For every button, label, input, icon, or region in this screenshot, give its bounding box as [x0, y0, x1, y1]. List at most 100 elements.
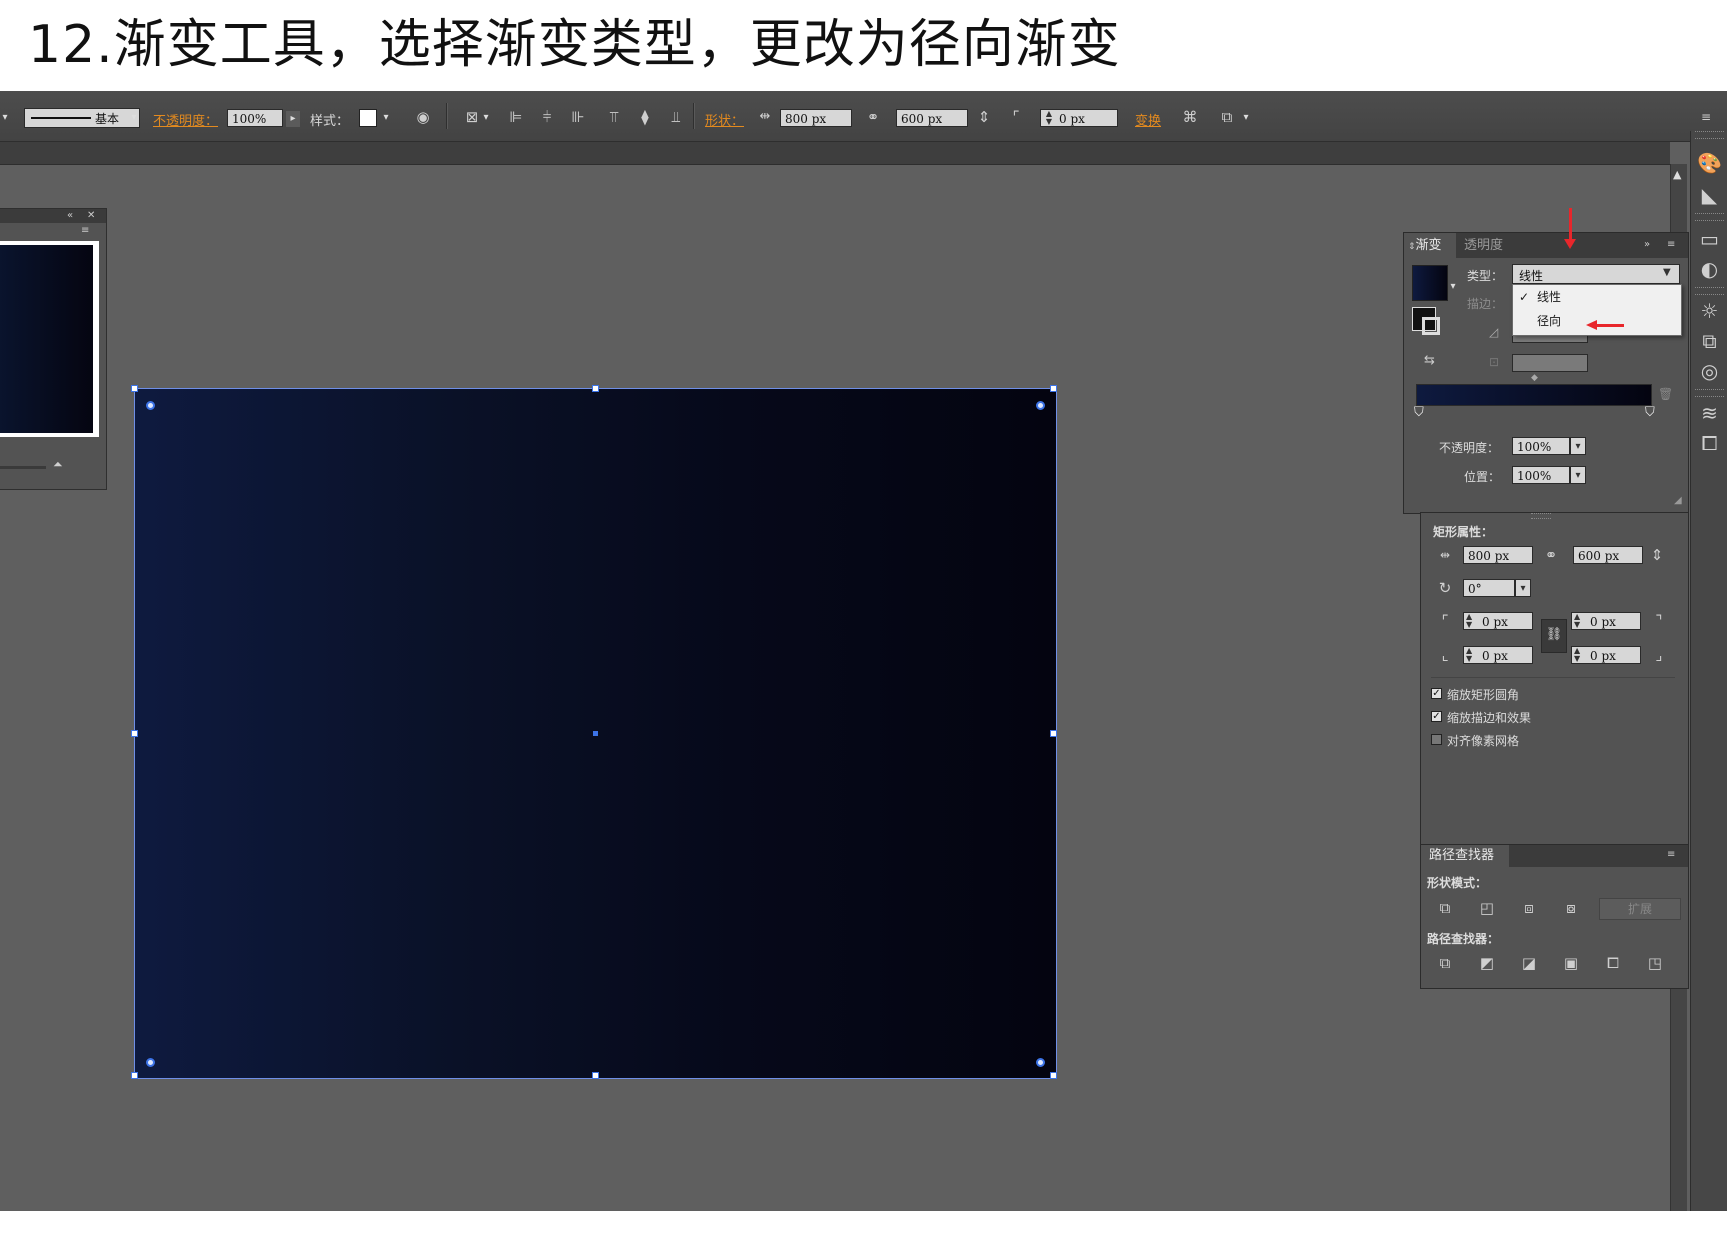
appearance-icon[interactable]: ☼: [1691, 299, 1727, 323]
live-corner-widget[interactable]: [1036, 1058, 1045, 1067]
chevron-down-icon[interactable]: ▾: [1570, 466, 1586, 484]
opacity-label[interactable]: 不透明度：: [153, 110, 218, 129]
selection-handle[interactable]: [131, 385, 138, 392]
height-input[interactable]: 600 px: [896, 109, 968, 127]
color-stop-end[interactable]: ⛉: [1645, 405, 1655, 420]
opacity-input[interactable]: 100%: [1512, 437, 1570, 455]
dock-grip[interactable]: [1695, 131, 1724, 139]
dock-grip[interactable]: [1695, 389, 1724, 397]
rect-height-input[interactable]: 600 px: [1573, 546, 1643, 564]
align-bottom-icon[interactable]: ⫫: [666, 108, 686, 126]
selection-handle[interactable]: [1050, 730, 1057, 737]
chevron-down-icon[interactable]: ▾: [481, 112, 491, 123]
minus-front-icon[interactable]: ◰: [1477, 899, 1497, 917]
gradient-type-select[interactable]: 线性 ▼: [1512, 264, 1680, 284]
live-corner-widget[interactable]: [146, 401, 155, 410]
zoom-mountain-icon[interactable]: ⏶: [53, 457, 63, 472]
panel-menu-icon[interactable]: ≡: [1667, 849, 1675, 860]
align-to-icon[interactable]: ⊠: [462, 108, 482, 126]
transparency-icon[interactable]: ◐: [1691, 257, 1727, 281]
panel-grip[interactable]: [1531, 513, 1551, 519]
stepper-icon[interactable]: ▲ ▼: [1574, 647, 1580, 663]
selection-handle[interactable]: [131, 730, 138, 737]
transform-label[interactable]: 变换: [1135, 110, 1161, 129]
rotation-input[interactable]: 0°: [1463, 579, 1515, 597]
stepper-icon[interactable]: ▲ ▼: [1466, 647, 1472, 663]
crop-icon[interactable]: ▣: [1561, 954, 1581, 972]
chevron-down-icon[interactable]: ▾: [1515, 579, 1531, 597]
corner-bl-icon[interactable]: ⌞: [1435, 646, 1455, 664]
isolate-icon[interactable]: ⌘: [1180, 108, 1200, 126]
aspect-input[interactable]: [1512, 354, 1588, 372]
zoom-slider[interactable]: [0, 466, 46, 469]
link-dimensions-icon[interactable]: ⚭: [863, 108, 883, 126]
selection-handle[interactable]: [1050, 1072, 1057, 1079]
align-pixel-checkbox[interactable]: [1431, 734, 1442, 745]
scale-corners-checkbox[interactable]: ✓: [1431, 688, 1442, 699]
corner-bl-input[interactable]: 0 px: [1463, 646, 1533, 664]
menu-item-linear[interactable]: ✓ 线性: [1513, 285, 1679, 309]
exclude-icon[interactable]: ⧇: [1561, 899, 1581, 917]
align-left-icon[interactable]: ⊫: [506, 108, 526, 126]
chevron-down-icon[interactable]: ▾: [1240, 112, 1252, 123]
merge-icon[interactable]: ◪: [1519, 954, 1539, 972]
resize-grip-icon[interactable]: ◢: [1674, 495, 1682, 506]
chevron-down-icon[interactable]: ▼: [1663, 267, 1671, 278]
link-dimensions-icon[interactable]: ⚭: [1541, 546, 1561, 564]
layers-icon[interactable]: ≋: [1691, 401, 1727, 425]
corner-br-icon[interactable]: ⌟: [1649, 646, 1669, 664]
selection-handle[interactable]: [592, 385, 599, 392]
align-top-icon[interactable]: ⫪: [604, 108, 624, 126]
arrange-icon[interactable]: ⧉: [1217, 108, 1237, 126]
gradient-rectangle[interactable]: [131, 385, 1057, 1079]
panel-menu-icon[interactable]: ≡: [1696, 108, 1716, 126]
navigator-preview[interactable]: [0, 241, 99, 437]
corner-type-icon[interactable]: ⌜: [1006, 108, 1026, 126]
chevron-down-icon[interactable]: ▾: [128, 112, 140, 123]
dock-grip[interactable]: [1695, 213, 1724, 221]
scale-strokes-checkbox[interactable]: ✓: [1431, 711, 1442, 722]
expand-button[interactable]: 扩展: [1599, 898, 1681, 920]
close-icon[interactable]: ✕: [87, 209, 95, 223]
delete-stop-icon[interactable]: 🗑: [1658, 387, 1673, 401]
color-stop-start[interactable]: ⛉: [1414, 405, 1424, 420]
gradient-icon[interactable]: ▭: [1691, 227, 1727, 251]
trim-icon[interactable]: ◩: [1477, 954, 1497, 972]
live-corner-widget[interactable]: [1036, 401, 1045, 410]
corner-br-input[interactable]: 0 px: [1571, 646, 1641, 664]
chevron-down-icon[interactable]: ▾: [1570, 437, 1586, 455]
transform-icon[interactable]: ⧉: [1691, 329, 1727, 353]
chevron-down-icon[interactable]: ▾: [1448, 281, 1458, 292]
play-arrow-icon[interactable]: ▸: [286, 111, 300, 127]
scroll-up-icon[interactable]: ▲: [1673, 168, 1681, 181]
panel-menu-icon[interactable]: ≡: [81, 225, 89, 236]
panel-menu-icon[interactable]: ≡: [1667, 239, 1675, 250]
pathfinder-icon[interactable]: ◎: [1691, 359, 1727, 383]
stroke-box[interactable]: [1422, 317, 1440, 335]
selection-handle[interactable]: [592, 1072, 599, 1079]
live-corner-widget[interactable]: [146, 1058, 155, 1067]
tab-transparency[interactable]: 透明度: [1464, 233, 1503, 258]
color-guide-icon[interactable]: ◣: [1691, 183, 1727, 207]
tab-gradient[interactable]: ⇕渐变: [1404, 233, 1456, 260]
align-center-icon[interactable]: ⫩: [537, 108, 557, 126]
dock-grip[interactable]: [1695, 287, 1724, 295]
shape-label[interactable]: 形状：: [705, 110, 744, 129]
color-palette-icon[interactable]: 🎨: [1691, 151, 1727, 175]
align-right-icon[interactable]: ⊪: [568, 108, 588, 126]
outline-icon[interactable]: ⧠: [1603, 954, 1623, 972]
stepper-icon[interactable]: ▲ ▼: [1466, 613, 1472, 629]
reverse-gradient-icon[interactable]: ⇆: [1424, 353, 1435, 368]
selection-handle[interactable]: [131, 1072, 138, 1079]
corner-tl-input[interactable]: 0 px: [1463, 612, 1533, 630]
opacity-input[interactable]: 100%: [227, 109, 283, 127]
divide-icon[interactable]: ⧉: [1435, 954, 1455, 972]
expand-panel-icon[interactable]: »: [1644, 239, 1650, 250]
stepper-icon[interactable]: ▲ ▼: [1574, 613, 1580, 629]
corner-tl-icon[interactable]: ⌜: [1435, 612, 1455, 630]
width-input[interactable]: 800 px: [780, 109, 852, 127]
midpoint-diamond-icon[interactable]: ◆: [1531, 373, 1538, 383]
graphic-style-swatch[interactable]: [359, 109, 377, 127]
chevron-down-icon[interactable]: ▾: [380, 112, 392, 123]
rect-width-input[interactable]: 800 px: [1463, 546, 1533, 564]
